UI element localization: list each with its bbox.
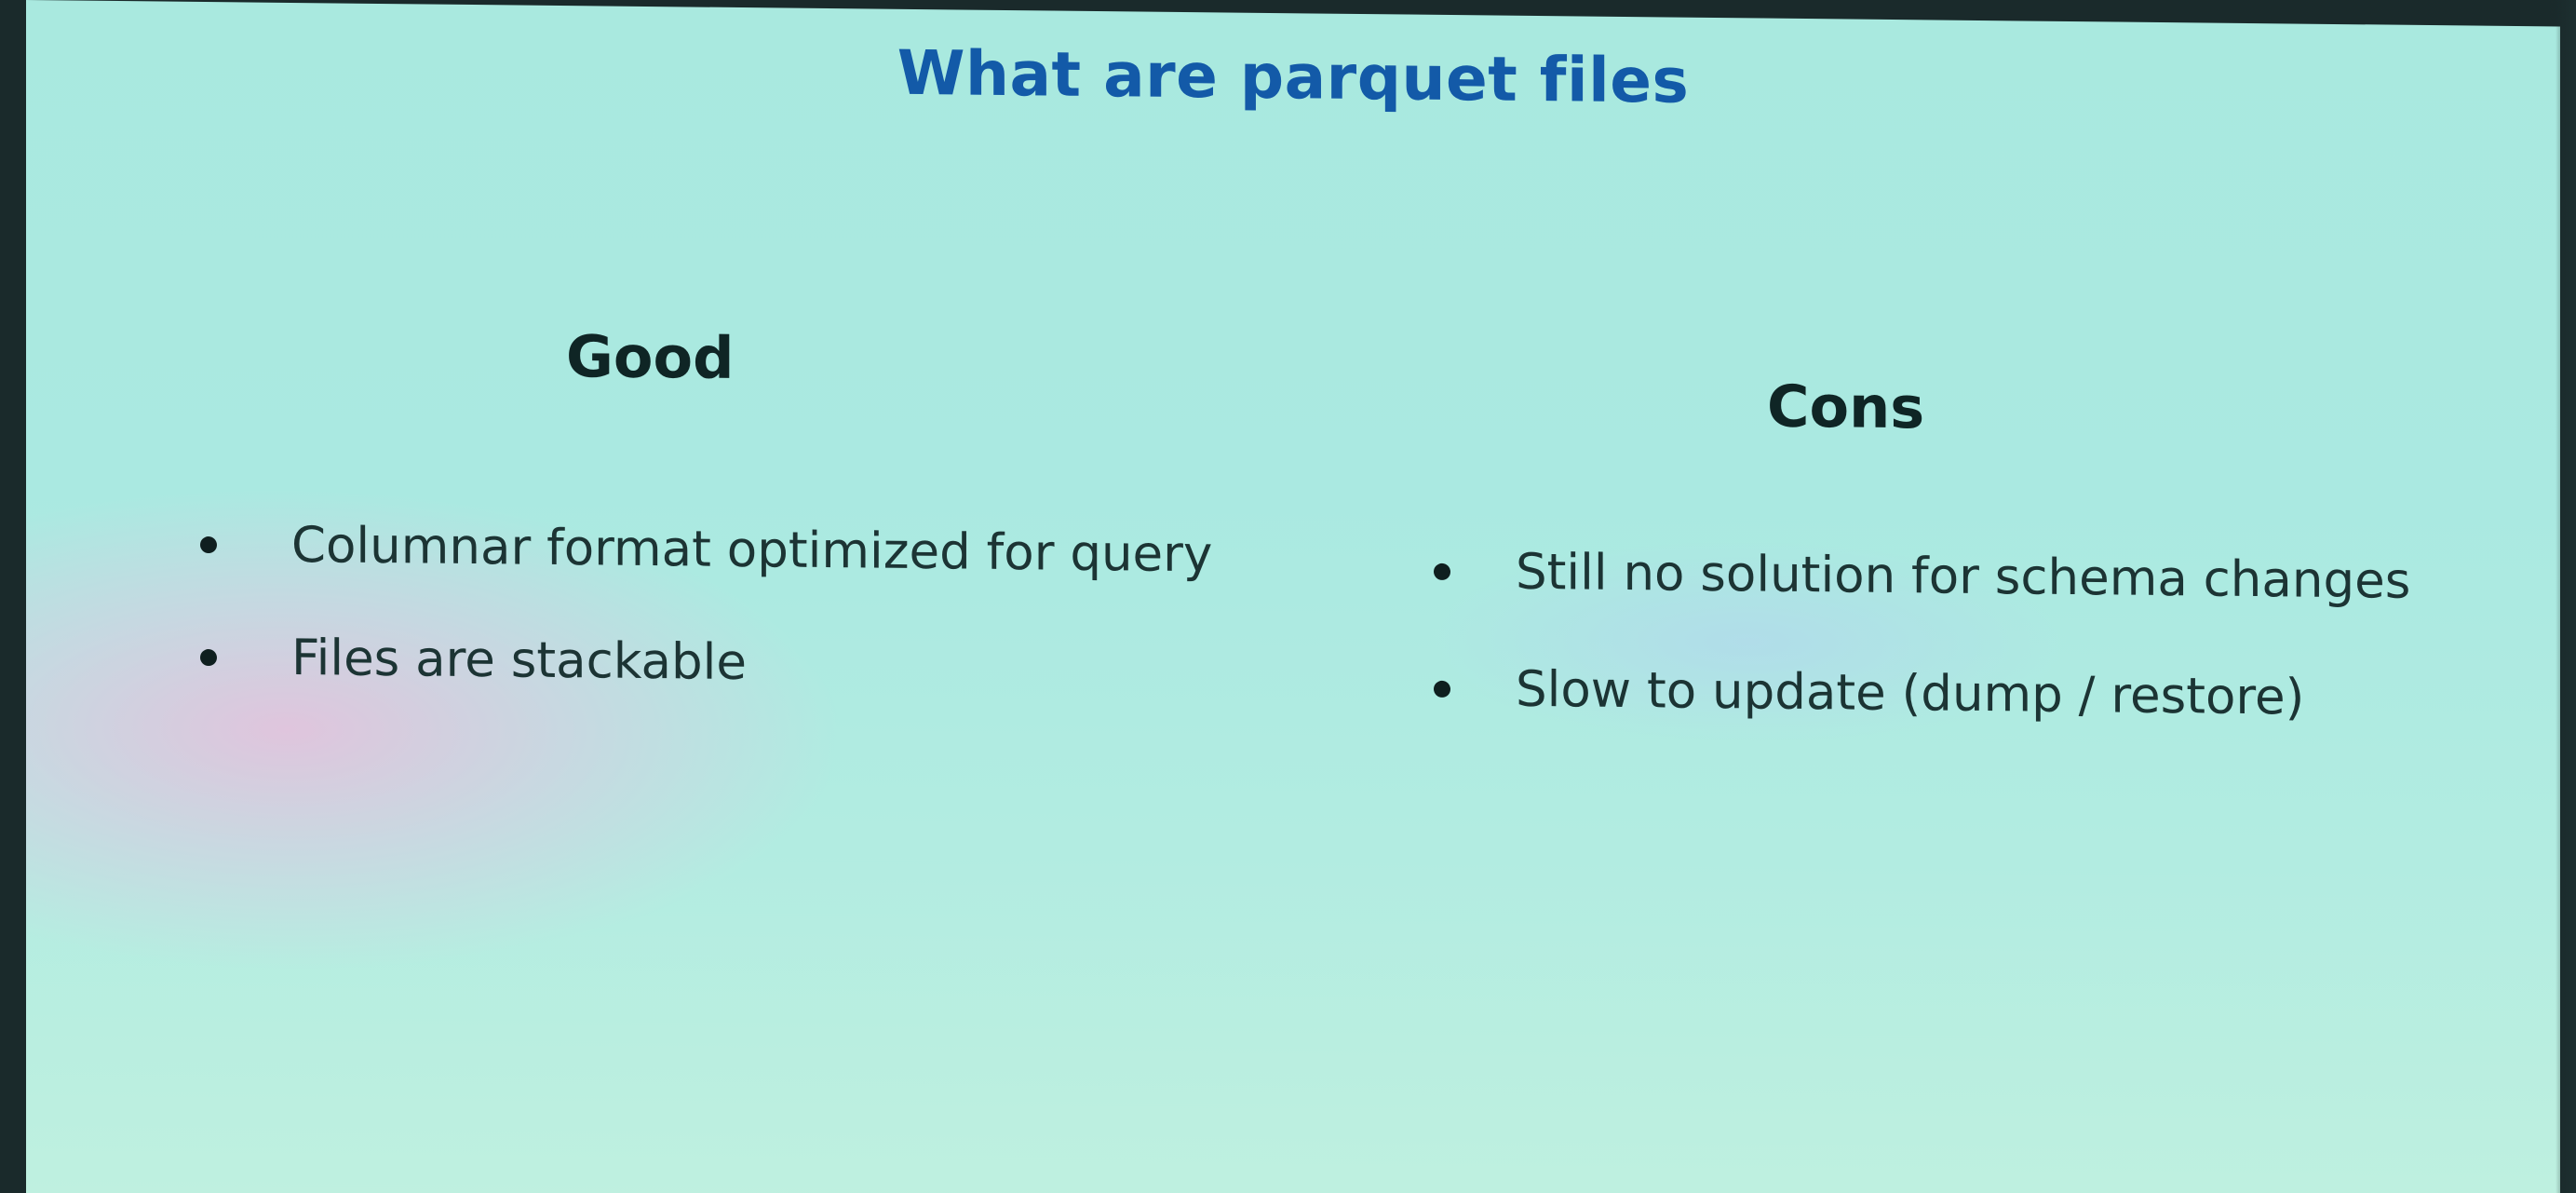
projector-screen: What are parquet files Good Cons Columna… xyxy=(0,0,2576,1193)
list-item-text: Files are stackable xyxy=(291,629,747,692)
bullet-icon xyxy=(200,648,217,667)
cons-list: Still no solution for schema changes Slo… xyxy=(1385,535,2410,781)
list-item-text: Still no solution for schema changes xyxy=(1516,543,2411,610)
list-item-text: Columnar format optimized for query xyxy=(291,516,1213,584)
bullet-icon xyxy=(1434,680,1450,698)
bullet-icon xyxy=(200,535,217,554)
presentation-slide: What are parquet files Good Cons Columna… xyxy=(26,0,2560,1193)
screen-edge-shadow xyxy=(2556,0,2576,1193)
list-item-text: Slow to update (dump / restore) xyxy=(1516,660,2305,726)
list-item: Still no solution for schema changes xyxy=(1385,535,2410,617)
slide-title: What are parquet files xyxy=(897,36,1690,117)
cons-column-heading: Cons xyxy=(1767,372,1925,442)
good-list: Columnar format optimized for query File… xyxy=(166,509,1212,746)
good-column-heading: Good xyxy=(566,322,735,392)
bullet-icon xyxy=(1434,563,1450,581)
list-item: Columnar format optimized for query xyxy=(166,509,1212,591)
list-item: Files are stackable xyxy=(166,622,1212,704)
list-item: Slow to update (dump / restore) xyxy=(1385,653,2410,735)
